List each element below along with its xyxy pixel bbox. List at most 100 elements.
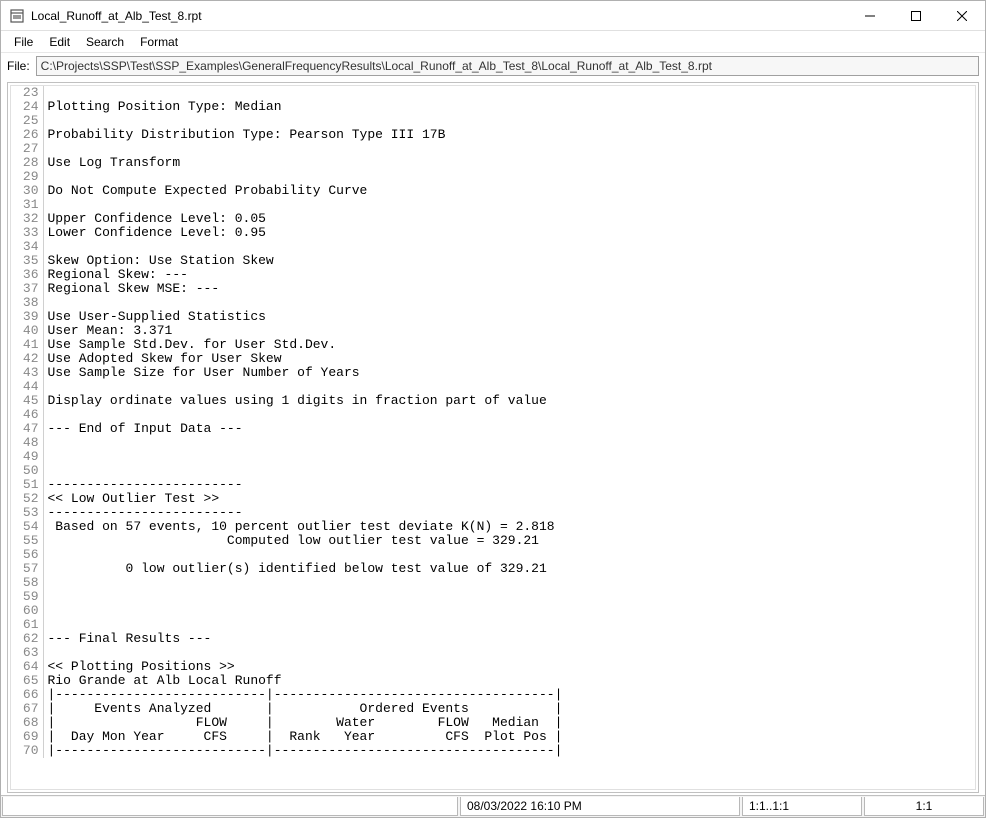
code-line[interactable]: 31	[11, 198, 975, 212]
code-line[interactable]: 47--- End of Input Data ---	[11, 422, 975, 436]
code-line[interactable]: 63	[11, 646, 975, 660]
line-content[interactable]	[43, 464, 975, 478]
code-line[interactable]: 25	[11, 114, 975, 128]
code-line[interactable]: 58	[11, 576, 975, 590]
line-content[interactable]: Based on 57 events, 10 percent outlier t…	[43, 520, 975, 534]
line-content[interactable]: Use User-Supplied Statistics	[43, 310, 975, 324]
code-line[interactable]: 69| Day Mon Year CFS | Rank Year CFS Plo…	[11, 730, 975, 744]
code-line[interactable]: 42Use Adopted Skew for User Skew	[11, 352, 975, 366]
line-content[interactable]: Rio Grande at Alb Local Runoff	[43, 674, 975, 688]
code-line[interactable]: 40User Mean: 3.371	[11, 324, 975, 338]
line-content[interactable]: Probability Distribution Type: Pearson T…	[43, 128, 975, 142]
menu-edit[interactable]: Edit	[42, 33, 77, 51]
line-content[interactable]: -------------------------	[43, 478, 975, 492]
line-content[interactable]: Use Adopted Skew for User Skew	[43, 352, 975, 366]
line-content[interactable]	[43, 142, 975, 156]
line-content[interactable]: << Low Outlier Test >>	[43, 492, 975, 506]
code-line[interactable]: 36Regional Skew: ---	[11, 268, 975, 282]
code-line[interactable]: 33Lower Confidence Level: 0.95	[11, 226, 975, 240]
code-line[interactable]: 51-------------------------	[11, 478, 975, 492]
code-line[interactable]: 38	[11, 296, 975, 310]
code-line[interactable]: 52<< Low Outlier Test >>	[11, 492, 975, 506]
code-line[interactable]: 34	[11, 240, 975, 254]
code-line[interactable]: 37Regional Skew MSE: ---	[11, 282, 975, 296]
line-content[interactable]	[43, 604, 975, 618]
line-content[interactable]	[43, 114, 975, 128]
line-content[interactable]: Use Sample Std.Dev. for User Std.Dev.	[43, 338, 975, 352]
code-line[interactable]: 35Skew Option: Use Station Skew	[11, 254, 975, 268]
menu-search[interactable]: Search	[79, 33, 131, 51]
code-line[interactable]: 54 Based on 57 events, 10 percent outlie…	[11, 520, 975, 534]
code-line[interactable]: 49	[11, 450, 975, 464]
code-line[interactable]: 24Plotting Position Type: Median	[11, 100, 975, 114]
code-line[interactable]: 70|---------------------------|---------…	[11, 744, 975, 758]
code-line[interactable]: 57 0 low outlier(s) identified below tes…	[11, 562, 975, 576]
line-content[interactable]	[43, 380, 975, 394]
line-content[interactable]	[43, 576, 975, 590]
code-line[interactable]: 56	[11, 548, 975, 562]
line-content[interactable]: |---------------------------|-----------…	[43, 744, 975, 758]
line-content[interactable]	[43, 296, 975, 310]
line-content[interactable]: 0 low outlier(s) identified below test v…	[43, 562, 975, 576]
line-content[interactable]: Upper Confidence Level: 0.05	[43, 212, 975, 226]
line-content[interactable]: | Day Mon Year CFS | Rank Year CFS Plot …	[43, 730, 975, 744]
filepath-input[interactable]	[36, 56, 979, 76]
menu-file[interactable]: File	[7, 33, 40, 51]
code-line[interactable]: 44	[11, 380, 975, 394]
line-content[interactable]	[43, 198, 975, 212]
menu-format[interactable]: Format	[133, 33, 185, 51]
code-line[interactable]: 64<< Plotting Positions >>	[11, 660, 975, 674]
code-line[interactable]: 50	[11, 464, 975, 478]
line-content[interactable]: Use Log Transform	[43, 156, 975, 170]
line-content[interactable]: Regional Skew MSE: ---	[43, 282, 975, 296]
line-content[interactable]: Computed low outlier test value = 329.21	[43, 534, 975, 548]
code-line[interactable]: 28Use Log Transform	[11, 156, 975, 170]
line-content[interactable]: User Mean: 3.371	[43, 324, 975, 338]
code-line[interactable]: 53-------------------------	[11, 506, 975, 520]
line-content[interactable]	[43, 590, 975, 604]
code-line[interactable]: 61	[11, 618, 975, 632]
code-line[interactable]: 67| Events Analyzed | Ordered Events |	[11, 702, 975, 716]
code-line[interactable]: 27	[11, 142, 975, 156]
code-line[interactable]: 41Use Sample Std.Dev. for User Std.Dev.	[11, 338, 975, 352]
code-line[interactable]: 45Display ordinate values using 1 digits…	[11, 394, 975, 408]
code-line[interactable]: 39Use User-Supplied Statistics	[11, 310, 975, 324]
code-line[interactable]: 26Probability Distribution Type: Pearson…	[11, 128, 975, 142]
line-content[interactable]: | Events Analyzed | Ordered Events |	[43, 702, 975, 716]
close-button[interactable]	[939, 1, 985, 31]
code-line[interactable]: 59	[11, 590, 975, 604]
code-line[interactable]: 55 Computed low outlier test value = 329…	[11, 534, 975, 548]
line-content[interactable]: Plotting Position Type: Median	[43, 100, 975, 114]
line-content[interactable]	[43, 646, 975, 660]
code-line[interactable]: 65Rio Grande at Alb Local Runoff	[11, 674, 975, 688]
line-content[interactable]: --- Final Results ---	[43, 632, 975, 646]
line-content[interactable]	[43, 170, 975, 184]
editor-scroll[interactable]: 2324Plotting Position Type: Median2526Pr…	[11, 86, 975, 789]
line-content[interactable]	[43, 436, 975, 450]
code-line[interactable]: 46	[11, 408, 975, 422]
line-content[interactable]: Skew Option: Use Station Skew	[43, 254, 975, 268]
line-content[interactable]: |---------------------------|-----------…	[43, 688, 975, 702]
code-view[interactable]: 2324Plotting Position Type: Median2526Pr…	[11, 86, 975, 758]
line-content[interactable]	[43, 240, 975, 254]
line-content[interactable]: Do Not Compute Expected Probability Curv…	[43, 184, 975, 198]
code-line[interactable]: 66|---------------------------|---------…	[11, 688, 975, 702]
line-content[interactable]	[43, 86, 975, 100]
code-line[interactable]: 62--- Final Results ---	[11, 632, 975, 646]
code-line[interactable]: 48	[11, 436, 975, 450]
code-line[interactable]: 43Use Sample Size for User Number of Yea…	[11, 366, 975, 380]
line-content[interactable]	[43, 408, 975, 422]
code-line[interactable]: 32Upper Confidence Level: 0.05	[11, 212, 975, 226]
line-content[interactable]: << Plotting Positions >>	[43, 660, 975, 674]
line-content[interactable]	[43, 618, 975, 632]
code-line[interactable]: 60	[11, 604, 975, 618]
line-content[interactable]: Use Sample Size for User Number of Years	[43, 366, 975, 380]
code-line[interactable]: 23	[11, 86, 975, 100]
line-content[interactable]: Display ordinate values using 1 digits i…	[43, 394, 975, 408]
line-content[interactable]: --- End of Input Data ---	[43, 422, 975, 436]
code-line[interactable]: 68| FLOW | Water FLOW Median |	[11, 716, 975, 730]
line-content[interactable]: Regional Skew: ---	[43, 268, 975, 282]
maximize-button[interactable]	[893, 1, 939, 31]
line-content[interactable]: -------------------------	[43, 506, 975, 520]
minimize-button[interactable]	[847, 1, 893, 31]
